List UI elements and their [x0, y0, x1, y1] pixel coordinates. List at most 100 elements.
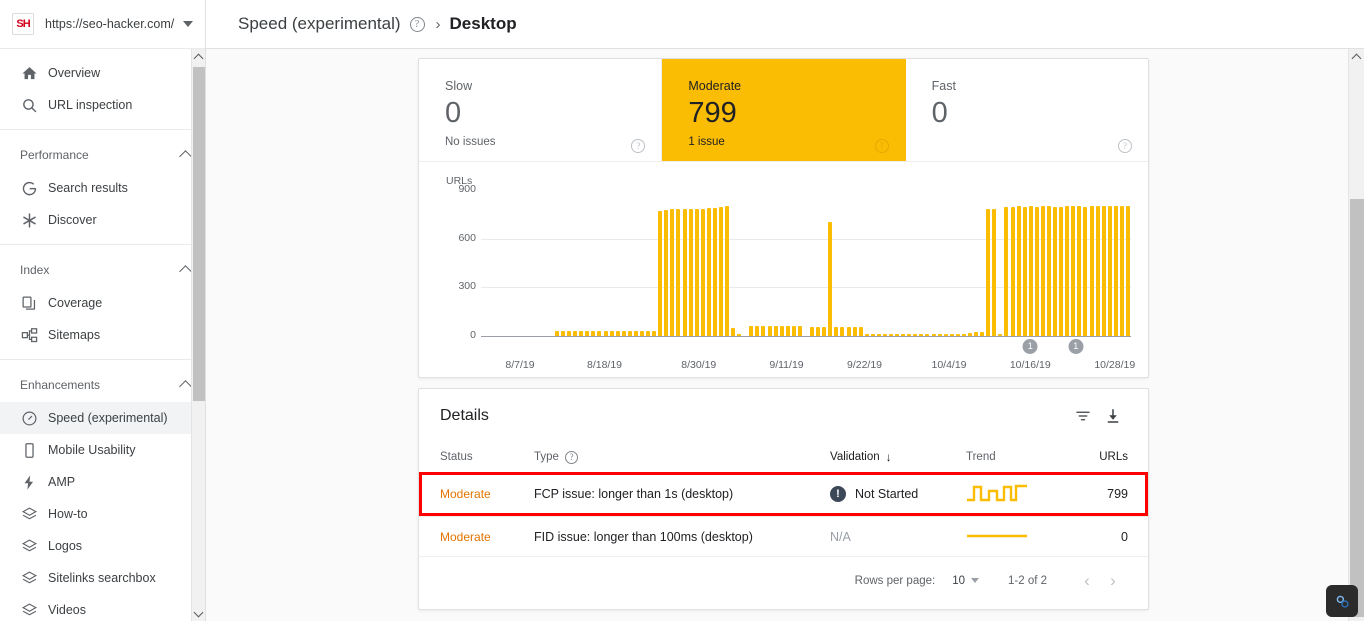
chart-bar[interactable] — [876, 334, 881, 336]
chart-bar[interactable] — [785, 325, 790, 336]
chart-bar[interactable] — [1028, 206, 1033, 336]
next-page-button[interactable]: › — [1100, 568, 1126, 594]
column-header-status[interactable]: Status — [440, 451, 534, 463]
chart-bar[interactable] — [882, 334, 887, 336]
chart-bar[interactable] — [1125, 205, 1130, 336]
column-header-trend[interactable]: Trend — [966, 451, 1076, 463]
chart-bar[interactable] — [615, 330, 620, 336]
chart-bar[interactable] — [858, 326, 863, 336]
column-header-validation[interactable]: Validation ↓ — [830, 450, 966, 464]
chevron-up-icon[interactable] — [179, 150, 192, 163]
filter-icon[interactable] — [1068, 401, 1098, 431]
chevron-down-icon[interactable] — [183, 21, 193, 27]
chart-bar[interactable] — [609, 331, 614, 336]
chart-bar[interactable] — [968, 333, 972, 336]
chart-bar[interactable] — [639, 330, 644, 336]
chart-bar[interactable] — [992, 209, 997, 336]
score-card-moderate[interactable]: Moderate 799 1 issue ? — [662, 59, 906, 161]
chart-bar[interactable] — [1113, 206, 1118, 336]
chart-bar[interactable] — [1059, 206, 1064, 336]
chart-bar[interactable] — [828, 222, 833, 336]
chart-bar[interactable] — [980, 332, 985, 336]
chart-bar[interactable] — [670, 208, 675, 336]
sidebar-item-speed-experimental[interactable]: Speed (experimental) — [0, 402, 205, 434]
chart-bar[interactable] — [943, 334, 948, 336]
chevron-down-icon[interactable] — [971, 578, 979, 583]
chart-bar[interactable] — [889, 334, 894, 336]
chart-bar[interactable] — [554, 331, 559, 336]
chart-bar[interactable] — [1010, 206, 1015, 336]
chart-bar[interactable] — [1046, 206, 1051, 336]
chart-bar[interactable] — [1107, 206, 1112, 336]
chart-bar[interactable] — [810, 327, 815, 336]
chart-bar[interactable] — [646, 330, 651, 336]
chart-bar[interactable] — [573, 331, 578, 336]
download-icon[interactable] — [1098, 401, 1128, 431]
rows-per-page-value[interactable]: 10 — [952, 575, 965, 587]
scroll-up-button[interactable] — [192, 49, 205, 64]
chart-bar[interactable] — [949, 334, 954, 336]
help-icon[interactable]: ? — [631, 139, 646, 153]
chart-bar[interactable] — [998, 334, 1003, 336]
chart-annotation-badge[interactable]: 1 — [1022, 339, 1038, 354]
chart-bar[interactable] — [986, 209, 991, 336]
chart-bar[interactable] — [1095, 206, 1100, 336]
column-header-urls[interactable]: URLs — [1076, 451, 1128, 463]
chart-bar[interactable] — [797, 325, 802, 336]
chart-bar[interactable] — [937, 334, 942, 336]
chart-bar[interactable] — [749, 326, 754, 336]
help-icon[interactable]: ? — [564, 450, 578, 464]
sidebar-item-search-results[interactable]: Search results — [0, 172, 205, 204]
chart-bar[interactable] — [961, 333, 966, 336]
chart-annotation-badge[interactable]: 1 — [1068, 339, 1084, 354]
chart-bar[interactable] — [1004, 207, 1009, 336]
chart-bar[interactable] — [676, 209, 681, 336]
chart-bar[interactable] — [761, 326, 766, 336]
sidebar-item-logos[interactable]: Logos — [0, 530, 205, 562]
chart-bar[interactable] — [700, 209, 705, 336]
chart-bar[interactable] — [901, 334, 906, 336]
chart-bar[interactable] — [1065, 206, 1070, 336]
chart-bar[interactable] — [822, 326, 827, 336]
chart-bar[interactable] — [585, 330, 590, 336]
breadcrumb-parent[interactable]: Speed (experimental) — [238, 14, 401, 34]
chart-bar[interactable] — [931, 334, 936, 336]
chart-bar[interactable] — [1016, 206, 1021, 336]
property-selector[interactable]: SH https://seo-hacker.com/ — [0, 0, 205, 49]
chart-bar[interactable] — [1119, 206, 1124, 336]
chart-bar[interactable] — [913, 334, 918, 336]
page-scrollbar[interactable] — [1348, 49, 1364, 621]
chart-bar[interactable] — [907, 334, 912, 336]
previous-page-button[interactable]: ‹ — [1074, 568, 1100, 594]
chevron-up-icon[interactable] — [179, 380, 192, 393]
chart-bar[interactable] — [633, 331, 638, 336]
sidebar-item-mobile-usability[interactable]: Mobile Usability — [0, 434, 205, 466]
chart-bar[interactable] — [1101, 206, 1106, 336]
chart-bar[interactable] — [579, 331, 584, 336]
chart-bar[interactable] — [706, 208, 711, 336]
sidebar-item-coverage[interactable]: Coverage — [0, 287, 205, 319]
sidebar-item-sitemaps[interactable]: Sitemaps — [0, 319, 205, 351]
column-header-type[interactable]: Type ? — [534, 450, 830, 464]
chart-bar[interactable] — [597, 330, 602, 336]
chart-bar[interactable] — [1083, 206, 1088, 336]
chart-bar[interactable] — [725, 206, 730, 336]
sidebar-group-performance[interactable]: Performance — [0, 138, 205, 172]
score-card-fast[interactable]: Fast 0 ? — [906, 59, 1148, 161]
chart-bar[interactable] — [864, 334, 869, 336]
chart-bar[interactable] — [974, 332, 979, 336]
sidebar-item-how-to[interactable]: How-to — [0, 498, 205, 530]
scroll-up-button[interactable] — [1349, 49, 1364, 64]
chevron-up-icon[interactable] — [179, 265, 192, 278]
chart-bar[interactable] — [603, 330, 608, 336]
chart-bar[interactable] — [694, 208, 699, 336]
chart-bar[interactable] — [567, 331, 572, 336]
chart-bar[interactable] — [870, 334, 875, 336]
chart-bar[interactable] — [791, 326, 796, 336]
chart-bar[interactable] — [1089, 206, 1094, 336]
chart-bar[interactable] — [816, 326, 821, 336]
scroll-down-button[interactable] — [192, 606, 205, 621]
sidebar-group-index[interactable]: Index — [0, 253, 205, 287]
sidebar-scrollbar[interactable] — [191, 49, 205, 621]
chart-bar[interactable] — [773, 325, 778, 336]
